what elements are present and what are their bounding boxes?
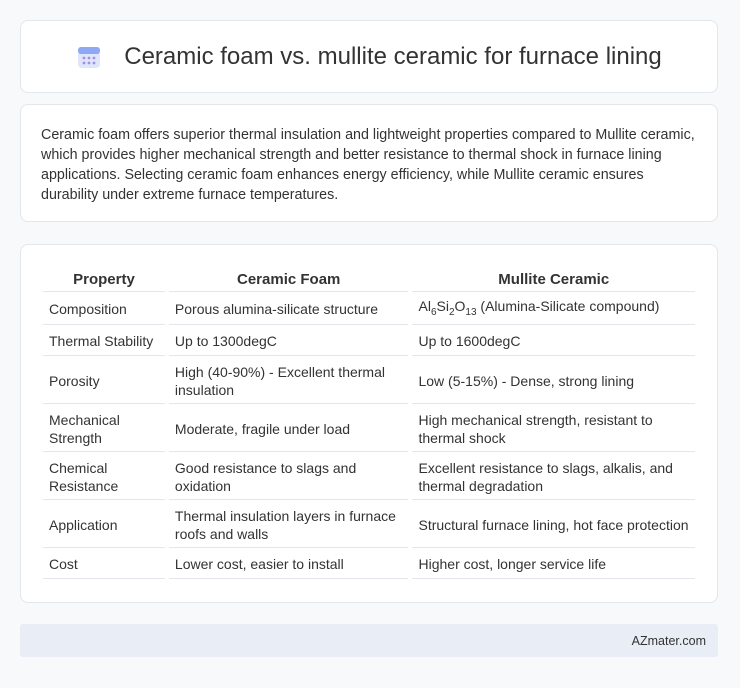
calendar-icon: [78, 46, 101, 68]
cell-property: Composition: [43, 294, 165, 325]
table-row: Porosity High (40-90%) - Excellent therm…: [43, 358, 695, 404]
page-title: Ceramic foam vs. mullite ceramic for fur…: [124, 42, 662, 70]
cell-mullite: Structural furnace lining, hot face prot…: [412, 502, 695, 548]
table-row: Mechanical Strength Moderate, fragile un…: [43, 406, 695, 452]
table-row: Cost Lower cost, easier to install Highe…: [43, 550, 695, 579]
intro-text: Ceramic foam offers superior thermal ins…: [41, 127, 695, 203]
cell-foam: High (40-90%) - Excellent thermal insula…: [168, 358, 409, 404]
header-property: Property: [43, 265, 165, 292]
header-ceramic-foam: Ceramic Foam: [168, 265, 409, 292]
cell-mullite: Low (5-15%) - Dense, strong lining: [412, 358, 695, 404]
table-header-row: Property Ceramic Foam Mullite Ceramic: [43, 265, 695, 292]
cell-property: Porosity: [43, 358, 165, 404]
cell-foam: Up to 1300degC: [168, 327, 409, 356]
cell-property: Thermal Stability: [43, 327, 165, 356]
cell-property: Application: [43, 502, 165, 548]
cell-property: Mechanical Strength: [43, 406, 165, 452]
footer-brand: AZmater.com: [631, 633, 706, 648]
title-card: Ceramic foam vs. mullite ceramic for fur…: [20, 20, 718, 93]
cell-foam: Moderate, fragile under load: [168, 406, 409, 452]
header-mullite-ceramic: Mullite Ceramic: [412, 265, 695, 292]
table-row: Composition Porous alumina-silicate stru…: [43, 294, 695, 325]
cell-mullite: Excellent resistance to slags, alkalis, …: [412, 454, 695, 500]
footer: AZmater.com: [20, 624, 718, 657]
cell-foam: Porous alumina-silicate structure: [168, 294, 409, 325]
intro-card: Ceramic foam offers superior thermal ins…: [20, 104, 718, 222]
table-row: Thermal Stability Up to 1300degC Up to 1…: [43, 327, 695, 356]
comparison-table: Property Ceramic Foam Mullite Ceramic Co…: [39, 263, 699, 581]
cell-foam: Thermal insulation layers in furnace roo…: [168, 502, 409, 548]
table-row: Application Thermal insulation layers in…: [43, 502, 695, 548]
cell-mullite: Higher cost, longer service life: [412, 550, 695, 579]
cell-property: Chemical Resistance: [43, 454, 165, 500]
cell-mullite: Al6Si2O13 (Alumina-Silicate compound): [412, 294, 695, 325]
cell-foam: Good resistance to slags and oxidation: [168, 454, 409, 500]
table-row: Chemical Resistance Good resistance to s…: [43, 454, 695, 500]
cell-mullite: Up to 1600degC: [412, 327, 695, 356]
comparison-table-card: Property Ceramic Foam Mullite Ceramic Co…: [20, 244, 718, 603]
cell-mullite: High mechanical strength, resistant to t…: [412, 406, 695, 452]
cell-property: Cost: [43, 550, 165, 579]
cell-foam: Lower cost, easier to install: [168, 550, 409, 579]
